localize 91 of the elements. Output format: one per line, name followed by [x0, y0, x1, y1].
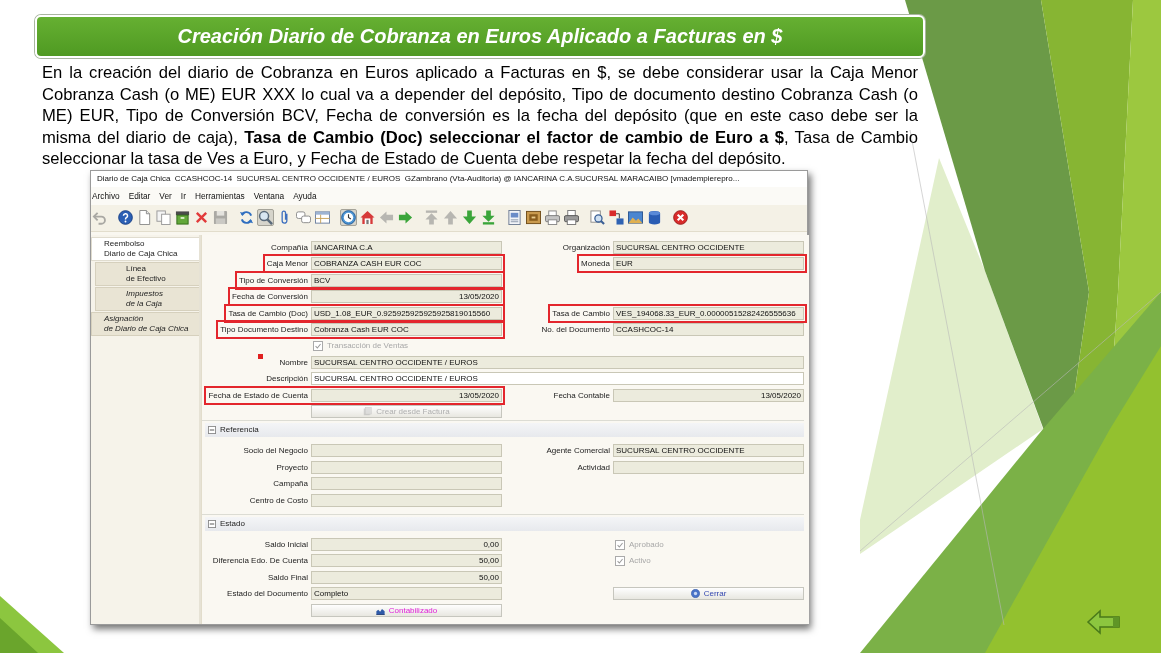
drawer-icon[interactable] — [525, 209, 542, 226]
down-arrow-icon[interactable] — [461, 209, 478, 226]
field-label: Fecha de Estado de Cuenta — [208, 390, 308, 400]
input-field[interactable]: USD_1.08_EUR_0.925925925925925819015560 — [311, 306, 502, 320]
slide-title: Creación Diario de Cobranza en Euros Aplicado a Facturas en $ — [35, 15, 925, 58]
field-label: Tipo Documento Destino — [220, 324, 308, 334]
field-label: Compañía — [271, 243, 308, 252]
input-field[interactable]: 13/05/2020 — [613, 388, 804, 402]
input-field[interactable]: IANCARINA C.A — [311, 241, 502, 254]
search-icon[interactable] — [257, 209, 274, 226]
input-field[interactable]: COBRANZA CASH EUR COC — [311, 257, 502, 271]
table-icon[interactable] — [314, 209, 331, 226]
field-label: Saldo Final — [267, 572, 308, 582]
bottom-arrow-icon[interactable] — [480, 209, 497, 226]
menu-item[interactable]: Ayuda — [293, 190, 317, 201]
field-label: Descripción — [266, 374, 308, 384]
input-field[interactable]: 13/05/2020 — [311, 290, 502, 304]
field-label: Diferencia Edo. De Cuenta — [212, 556, 308, 566]
posting-button[interactable]: Contabilizado — [311, 603, 502, 617]
field-label: Saldo Inicial — [264, 540, 308, 550]
input-field[interactable]: BCV — [311, 273, 502, 287]
magnifier-icon[interactable] — [589, 209, 606, 226]
field-label: Proyecto — [276, 462, 308, 472]
left-arrow-icon[interactable] — [1086, 609, 1122, 635]
field-label: Actividad — [577, 462, 610, 472]
input-field[interactable]: VES_194068.33_EUR_0.00000515282426555636 — [613, 306, 804, 320]
window-title: Diario de Caja Chica CCASHCOC-14 SUCURSAL CENTRO OCCIDENTE / EUROS GZambrano (Vta-Auditoria) @ IANCARINA C.A.SUCURSAL MARACAIBO [vmadempierepro... — [97, 174, 740, 183]
right-arrow-icon[interactable] — [397, 209, 414, 226]
field-label: Campaña — [273, 479, 308, 489]
input-field[interactable]: SUCURSAL CENTRO OCCIDENTE — [613, 241, 804, 254]
tab[interactable]: Impuestos de la Caja — [95, 286, 199, 311]
gear-icon — [690, 589, 700, 599]
corner-decoration-drawing — [0, 596, 64, 653]
help-icon[interactable] — [117, 209, 134, 226]
input-field[interactable]: SUCURSAL CENTRO OCCIDENTE / EUROS — [311, 372, 804, 386]
field-label: Socio del Negocio — [243, 446, 308, 456]
box-icon[interactable] — [174, 209, 191, 226]
document-icon — [363, 406, 373, 416]
input-field[interactable]: 50,00 — [311, 570, 502, 584]
field-label: No. del Documento — [541, 324, 610, 334]
field-label: Moneda — [581, 259, 610, 269]
menu-item[interactable]: Editar — [128, 190, 151, 201]
input-field[interactable]: SUCURSAL CENTRO OCCIDENTE / EUROS — [311, 355, 804, 369]
cylinder-icon[interactable] — [646, 209, 663, 226]
new-document-icon[interactable] — [136, 209, 153, 226]
input-field[interactable]: 50,00 — [311, 554, 502, 568]
section-header[interactable]: Referencia — [205, 422, 804, 437]
input-field[interactable] — [311, 493, 502, 507]
field-label: Caja Menor — [266, 259, 308, 269]
menu-item[interactable]: Ver — [159, 190, 172, 201]
input-field[interactable] — [311, 460, 502, 474]
clock-icon[interactable] — [340, 209, 357, 226]
field-label: Fecha Contable — [553, 390, 610, 400]
printer-icon[interactable] — [563, 209, 580, 226]
marker-icon — [258, 353, 263, 359]
refresh-icon[interactable] — [238, 209, 255, 226]
input-field[interactable] — [311, 477, 502, 491]
menu-item[interactable]: Ir — [180, 190, 186, 201]
input-field[interactable]: Completo — [311, 587, 502, 601]
field-label: Tasa de Cambio (Doc) — [228, 308, 308, 318]
document-action-button[interactable]: Cerrar — [613, 587, 804, 601]
delete-icon[interactable] — [193, 209, 210, 226]
field-label: Estado del Documento — [227, 589, 308, 599]
chat-icon[interactable] — [295, 209, 312, 226]
field-label: Tipo de Conversión — [238, 275, 308, 285]
input-field[interactable]: 13/05/2020 — [311, 388, 502, 402]
tab[interactable]: Reembolso Diario de Caja Chica — [91, 236, 199, 261]
field-label: Organización — [562, 243, 610, 252]
input-field[interactable] — [311, 444, 502, 458]
menu-item[interactable]: Herramientas — [194, 190, 245, 201]
close-icon[interactable] — [672, 209, 689, 226]
field-label: Nombre — [279, 357, 308, 367]
section-header[interactable]: Estado — [205, 516, 804, 531]
menu-item[interactable]: Archivo — [92, 190, 120, 201]
body-paragraph: En la creación del diario de Cobranza en Euros aplicado a Facturas en $, se debe considerar usar la Caja Menor Cobranza Cash (o ME) EUR XXX lo cual va a depender del depósito, Tipo de documento destino Cobranza Cash (o ME) EUR, Tipo de Conversión BCV, Fecha de conversión es la fecha del depósito (que en este caso debe ser la misma del diario de caja), Tasa de Cambio (Doc) seleccionar el factor de cambio de Euro a $, Tasa de Cambio seleccionar la tasa de Ves a Euro, y Fecha de Estado de Cuenta debe respetar la fecha del depósito. — [42, 62, 918, 170]
tab[interactable]: Línea de Efectivo — [95, 261, 199, 286]
input-field[interactable]: SUCURSAL CENTRO OCCIDENTE — [613, 444, 804, 458]
squares-icon[interactable] — [608, 209, 625, 226]
input-field[interactable] — [613, 460, 804, 474]
input-field[interactable]: 0,00 — [311, 538, 502, 552]
tab[interactable]: Asignación de Diario de Caja Chica — [91, 311, 199, 336]
home-icon[interactable] — [359, 209, 376, 226]
input-field[interactable]: EUR — [613, 257, 804, 271]
field-label: Centro de Costo — [249, 495, 308, 505]
report-icon[interactable] — [506, 209, 523, 226]
menu-item[interactable]: Ventana — [253, 190, 285, 201]
field-label: Agente Comercial — [546, 446, 610, 456]
picture-icon[interactable] — [627, 209, 644, 226]
printer-icon[interactable] — [544, 209, 561, 226]
field-label: Fecha de Conversión — [231, 292, 308, 302]
field-label: Tasa de Cambio — [552, 308, 610, 318]
